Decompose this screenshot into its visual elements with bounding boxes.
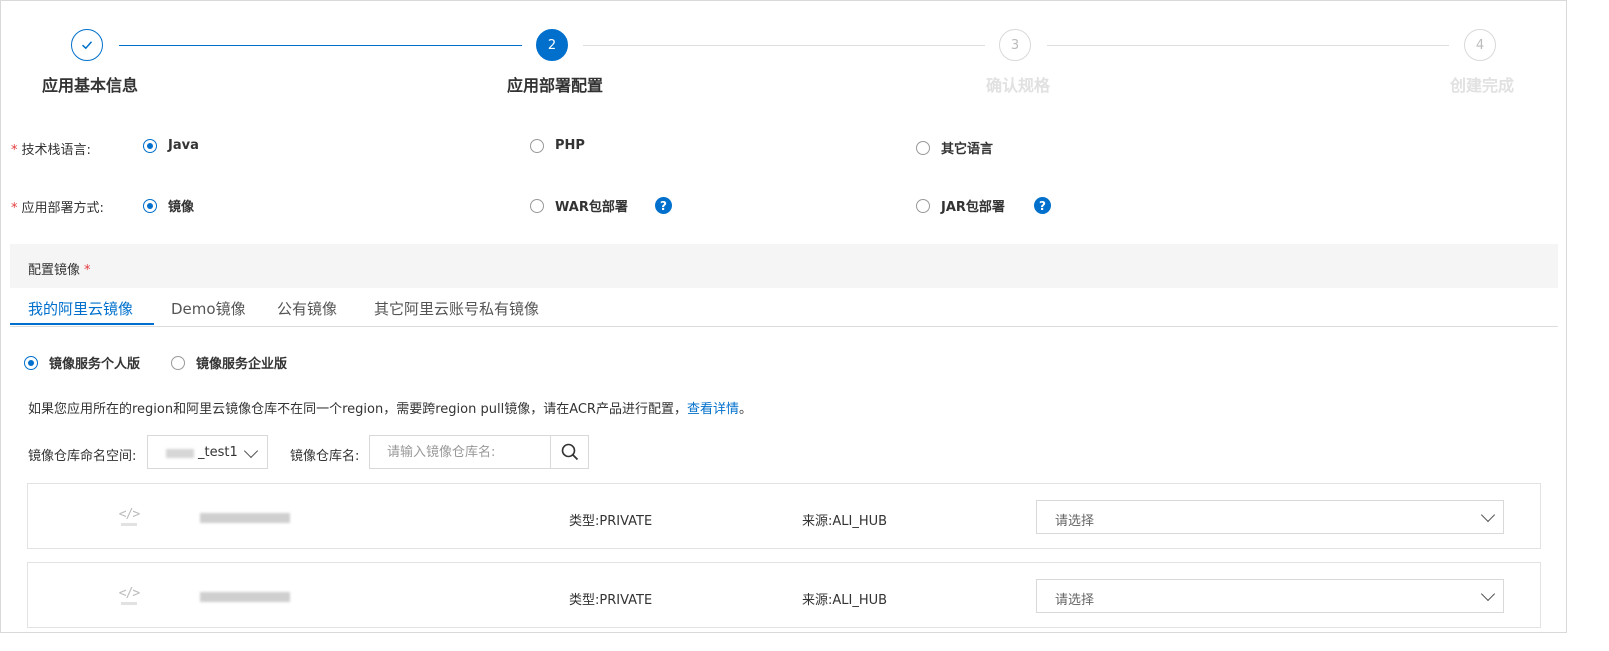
radio-other-language[interactable]: 其它语言 <box>916 138 993 157</box>
tab-other-account-image[interactable]: 其它阿里云账号私有镜像 <box>374 298 539 319</box>
repo-search-input[interactable] <box>370 436 552 468</box>
radio-dot <box>916 198 930 213</box>
radio-personal-edition[interactable]: 镜像服务个人版 <box>24 353 140 372</box>
radio-image[interactable]: 镜像 <box>143 196 194 215</box>
step-connector <box>119 45 522 46</box>
namespace-value: _test1 <box>198 445 238 460</box>
step-connector <box>1047 45 1449 46</box>
image-type: 类型:PRIVATE <box>569 514 653 529</box>
step-3-title: 确认规格 <box>986 76 1051 95</box>
view-details-link[interactable]: 查看详情 <box>687 402 739 417</box>
radio-php[interactable]: PHP <box>530 138 585 153</box>
radio-label: 镜像 <box>168 200 195 215</box>
step-2-circle: 2 <box>536 29 568 61</box>
step-connector <box>583 45 985 46</box>
search-button[interactable] <box>550 436 588 468</box>
tab-demo-image[interactable]: Demo镜像 <box>171 298 246 319</box>
tab-my-aliyun-image[interactable]: 我的阿里云镜像 <box>28 298 133 319</box>
repo-search <box>369 435 589 469</box>
step-1-title: 应用基本信息 <box>42 76 139 95</box>
redacted-image-name <box>200 592 290 602</box>
config-image-title: 配置镜像 * <box>28 259 91 278</box>
image-row: </> 类型:PRIVATE 来源:ALI_HUB 请选择 <box>27 483 1541 549</box>
select-placeholder: 请选择 <box>1055 593 1095 608</box>
image-version-select[interactable]: 请选择 <box>1036 500 1504 534</box>
radio-enterprise-edition[interactable]: 镜像服务企业版 <box>171 353 287 372</box>
radio-dot <box>916 140 930 155</box>
select-placeholder: 请选择 <box>1055 514 1095 529</box>
image-row: </> 类型:PRIVATE 来源:ALI_HUB 请选择 <box>27 562 1541 628</box>
radio-dot <box>530 198 544 213</box>
jar-help-icon[interactable]: ? <box>1034 197 1051 214</box>
chevron-down-icon <box>1480 586 1496 602</box>
notice-tail: 。 <box>738 402 752 417</box>
step-3-circle: 3 <box>999 29 1031 61</box>
radio-jar[interactable]: JAR包部署 <box>916 196 1005 215</box>
step-4-title: 创建完成 <box>1450 76 1515 95</box>
config-image-title-text: 配置镜像 <box>28 263 81 278</box>
tab-public-image[interactable]: 公有镜像 <box>277 298 337 319</box>
radio-label: 镜像服务企业版 <box>196 357 288 372</box>
war-help-icon[interactable]: ? <box>655 197 672 214</box>
redacted-image-name <box>200 513 290 523</box>
step-1-check-icon <box>71 29 103 61</box>
language-label: * 技术栈语言: <box>11 139 91 158</box>
radio-label: Java <box>168 138 199 153</box>
radio-dot <box>143 198 157 213</box>
active-tab-indicator <box>10 323 154 325</box>
required-mark: * <box>84 263 91 278</box>
stepper: 2 3 4 应用基本信息 应用部署配置 确认规格 创建完成 <box>1 1 1566 101</box>
radio-dot <box>171 355 185 370</box>
redacted-text <box>166 449 194 458</box>
namespace-label: 镜像仓库命名空间: <box>28 449 137 464</box>
repo-name-label: 镜像仓库名: <box>290 449 360 464</box>
required-mark: * <box>11 201 18 216</box>
image-source: 来源:ALI_HUB <box>802 593 888 608</box>
image-source: 来源:ALI_HUB <box>802 514 888 529</box>
code-icon: </> <box>116 507 142 526</box>
radio-label: 其它语言 <box>941 142 994 157</box>
namespace-select[interactable]: _test1 <box>147 435 268 469</box>
chevron-down-icon <box>243 443 259 459</box>
radio-label: 镜像服务个人版 <box>49 357 141 372</box>
cross-region-notice: 如果您应用所在的region和阿里云镜像仓库不在同一个region，需要跨reg… <box>28 398 752 417</box>
image-type: 类型:PRIVATE <box>569 593 653 608</box>
create-app-wizard: 2 3 4 应用基本信息 应用部署配置 确认规格 创建完成 * 技术栈语言: Ja… <box>0 0 1567 633</box>
code-icon: </> <box>116 586 142 605</box>
step-4-circle: 4 <box>1464 29 1496 61</box>
search-icon <box>561 443 578 461</box>
required-mark: * <box>11 143 18 158</box>
deploy-label: * 应用部署方式: <box>11 197 104 216</box>
radio-java[interactable]: Java <box>143 138 199 153</box>
language-label-text: 技术栈语言: <box>21 143 91 158</box>
radio-dot <box>143 138 157 153</box>
image-source-tabs: 我的阿里云镜像 Demo镜像 公有镜像 其它阿里云账号私有镜像 <box>10 289 1558 327</box>
radio-label: PHP <box>555 138 585 153</box>
radio-label: WAR包部署 <box>555 200 628 215</box>
image-version-select[interactable]: 请选择 <box>1036 579 1504 613</box>
radio-dot <box>24 355 38 370</box>
notice-text: 如果您应用所在的region和阿里云镜像仓库不在同一个region，需要跨reg… <box>28 402 687 417</box>
step-2-title: 应用部署配置 <box>507 76 604 95</box>
radio-dot <box>530 138 544 153</box>
radio-war[interactable]: WAR包部署 <box>530 196 628 215</box>
config-image-header: 配置镜像 * <box>10 244 1558 288</box>
chevron-down-icon <box>1480 507 1496 523</box>
deploy-label-text: 应用部署方式: <box>21 201 104 216</box>
radio-label: JAR包部署 <box>941 200 1005 215</box>
